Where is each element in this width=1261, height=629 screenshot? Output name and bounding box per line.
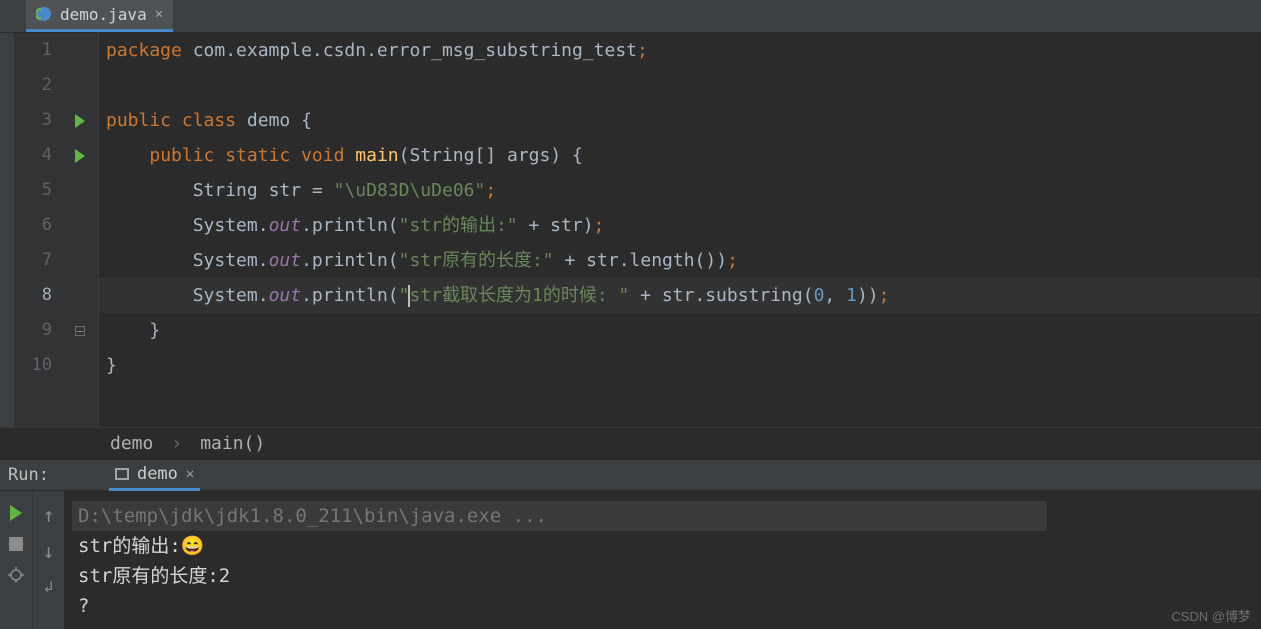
line-number: 5 xyxy=(14,173,52,208)
run-tab-demo[interactable]: demo ✕ xyxy=(109,459,200,491)
java-class-icon xyxy=(36,6,52,22)
line-number: 10 xyxy=(14,348,52,383)
code-line[interactable]: System.out.println("str截取长度为1的时候: " + st… xyxy=(106,278,1261,313)
console-line: ? xyxy=(78,591,1247,621)
code-line[interactable]: } xyxy=(106,348,1261,383)
line-number: 2 xyxy=(14,68,52,103)
run-line-icon[interactable] xyxy=(75,149,85,163)
run-controls xyxy=(0,491,32,629)
code-line[interactable] xyxy=(106,68,1261,103)
tab-demo-java[interactable]: demo.java ✕ xyxy=(26,0,173,32)
left-strip xyxy=(0,33,14,427)
breadcrumb-item[interactable]: demo xyxy=(110,433,153,454)
run-config-icon xyxy=(115,468,129,480)
console-line: str原有的长度:2 xyxy=(78,561,1247,591)
fold-icon[interactable] xyxy=(75,326,85,336)
console-line: D:\temp\jdk\jdk1.8.0_211\bin\java.exe ..… xyxy=(78,505,547,527)
breadcrumb-item[interactable]: main() xyxy=(200,433,265,454)
run-console: ↑ ↓ ↲ D:\temp\jdk\jdk1.8.0_211\bin\java.… xyxy=(0,491,1261,629)
code-line[interactable]: System.out.println("str原有的长度:" + str.len… xyxy=(106,243,1261,278)
code-line[interactable]: public static void main(String[] args) { xyxy=(106,138,1261,173)
line-gutter[interactable]: 1 2 3 4 5 6 7 8 9 10 xyxy=(14,33,62,427)
run-line-icon[interactable] xyxy=(75,114,85,128)
line-number: 7 xyxy=(14,243,52,278)
run-label: Run: xyxy=(8,465,49,485)
rerun-icon[interactable] xyxy=(10,505,22,521)
line-number: 1 xyxy=(14,33,52,68)
arrow-down-icon[interactable]: ↓ xyxy=(42,541,54,561)
watermark: CSDN @博梦 xyxy=(1171,606,1251,625)
editor-tabs: demo.java ✕ xyxy=(0,0,1261,33)
run-tab-label: demo xyxy=(137,464,178,484)
line-number: 6 xyxy=(14,208,52,243)
line-number: 4 xyxy=(14,138,52,173)
code-line[interactable]: package com.example.csdn.error_msg_subst… xyxy=(106,33,1261,68)
line-number: 9 xyxy=(14,313,52,348)
marker-gutter[interactable] xyxy=(62,33,98,427)
code-editor[interactable]: 1 2 3 4 5 6 7 8 9 10 package com.example… xyxy=(0,33,1261,427)
console-output[interactable]: D:\temp\jdk\jdk1.8.0_211\bin\java.exe ..… xyxy=(64,491,1261,629)
debug-icon[interactable] xyxy=(8,567,24,583)
code-line[interactable]: String str = "\uD83D\uDe06"; xyxy=(106,173,1261,208)
code-line[interactable]: public class demo { xyxy=(106,103,1261,138)
run-toolbar: Run: demo ✕ xyxy=(0,459,1261,491)
arrow-up-icon[interactable]: ↑ xyxy=(42,505,54,525)
run-controls-2: ↑ ↓ ↲ xyxy=(32,491,64,629)
close-icon[interactable]: ✕ xyxy=(186,466,194,482)
stop-icon[interactable] xyxy=(9,537,23,551)
code-line[interactable]: } xyxy=(106,313,1261,348)
console-line: str的输出:😄 xyxy=(78,531,1247,561)
line-number: 8 xyxy=(14,278,52,313)
code-line[interactable]: System.out.println("str的输出:" + str); xyxy=(106,208,1261,243)
close-icon[interactable]: ✕ xyxy=(155,6,163,22)
breadcrumb[interactable]: demo › main() xyxy=(0,427,1261,459)
tab-label: demo.java xyxy=(60,5,147,24)
chevron-right-icon: › xyxy=(171,433,182,454)
line-number: 3 xyxy=(14,103,52,138)
soft-wrap-icon[interactable]: ↲ xyxy=(44,577,54,596)
